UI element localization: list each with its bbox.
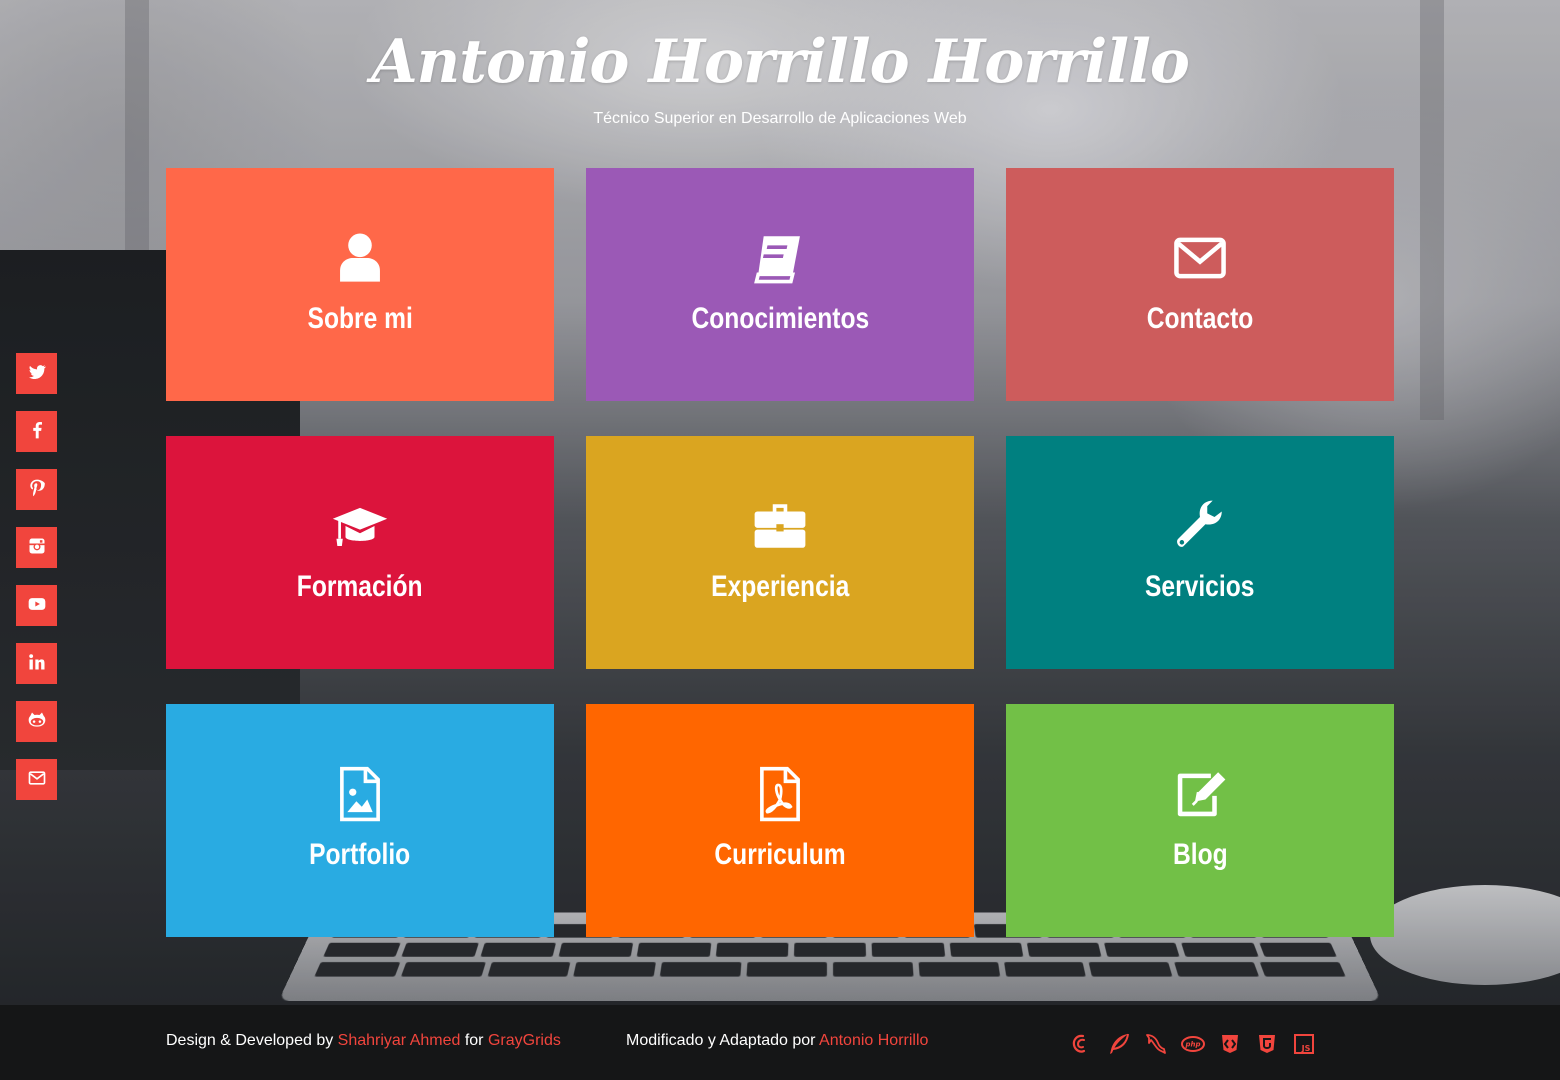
design-credit: Design & Developed by Shahriyar Ahmed fo… bbox=[166, 1032, 561, 1050]
tile-blog[interactable]: Blog bbox=[1006, 704, 1394, 937]
pinterest-button[interactable] bbox=[16, 469, 57, 510]
modified-prefix: Modificado y Adaptado por bbox=[626, 1032, 820, 1049]
github-icon bbox=[27, 710, 47, 734]
footer: Design & Developed by Shahriyar Ahmed fo… bbox=[0, 1005, 1560, 1080]
facebook-icon bbox=[27, 420, 47, 444]
tile-label: Contacto bbox=[1146, 302, 1254, 335]
briefcase-icon bbox=[748, 494, 812, 558]
php-icon: php bbox=[1181, 1030, 1205, 1058]
tile-sobre-mi[interactable]: Sobre mi bbox=[166, 168, 554, 401]
site-title: Antonio Horrillo Horrillo bbox=[371, 27, 1190, 97]
wrench-icon bbox=[1168, 494, 1232, 558]
edit-icon bbox=[1168, 762, 1232, 826]
tile-contacto[interactable]: Contacto bbox=[1006, 168, 1394, 401]
envelope-icon bbox=[1168, 226, 1232, 290]
instagram-button[interactable] bbox=[16, 527, 57, 568]
mail-icon bbox=[27, 768, 47, 792]
tile-label: Formación bbox=[297, 570, 423, 603]
youtube-icon bbox=[27, 594, 47, 618]
tile-servicios[interactable]: Servicios bbox=[1006, 436, 1394, 669]
svg-text:php: php bbox=[1184, 1041, 1200, 1049]
js-icon: JS bbox=[1292, 1030, 1316, 1058]
tile-portfolio[interactable]: Portfolio bbox=[166, 704, 554, 937]
tile-label: Portfolio bbox=[309, 838, 411, 871]
tile-curriculum[interactable]: Curriculum bbox=[586, 704, 974, 937]
github-button[interactable] bbox=[16, 701, 57, 742]
git-icon bbox=[1218, 1030, 1242, 1058]
tile-conocimientos[interactable]: Conocimientos bbox=[586, 168, 974, 401]
image-file-icon bbox=[328, 762, 392, 826]
graduation-cap-icon bbox=[328, 494, 392, 558]
tile-label: Conocimientos bbox=[691, 302, 869, 335]
twitter-icon bbox=[27, 362, 47, 386]
tile-label: Sobre mi bbox=[307, 302, 413, 335]
tile-label: Curriculum bbox=[714, 838, 846, 871]
modified-credit: Modificado y Adaptado por Antonio Horril… bbox=[626, 1032, 928, 1050]
modifier-link[interactable]: Antonio Horrillo bbox=[819, 1032, 928, 1049]
tile-label: Experiencia bbox=[710, 570, 850, 603]
site-subtitle: Técnico Superior en Desarrollo de Aplica… bbox=[593, 110, 967, 127]
credit-prefix: Design & Developed by bbox=[166, 1032, 338, 1049]
user-icon bbox=[328, 226, 392, 290]
credit-for: for bbox=[460, 1032, 488, 1049]
pinterest-icon bbox=[27, 478, 47, 502]
social-bar bbox=[16, 353, 57, 800]
site-header: Antonio Horrillo Horrillo Técnico Superi… bbox=[0, 20, 1560, 128]
feather-icon bbox=[1107, 1030, 1131, 1058]
linkedin-icon bbox=[27, 652, 47, 676]
youtube-button[interactable] bbox=[16, 585, 57, 626]
twitter-button[interactable] bbox=[16, 353, 57, 394]
tile-formacion[interactable]: Formación bbox=[166, 436, 554, 669]
tile-label: Blog bbox=[1172, 838, 1228, 871]
debian-icon bbox=[1070, 1030, 1094, 1058]
instagram-icon bbox=[27, 536, 47, 560]
svg-text:JS: JS bbox=[1301, 1044, 1311, 1053]
book-icon bbox=[748, 226, 812, 290]
tile-label: Servicios bbox=[1145, 570, 1255, 603]
mysql-dolphin-icon bbox=[1144, 1030, 1168, 1058]
mail-button[interactable] bbox=[16, 759, 57, 800]
facebook-button[interactable] bbox=[16, 411, 57, 452]
company-link[interactable]: GrayGrids bbox=[488, 1032, 561, 1049]
tile-experiencia[interactable]: Experiencia bbox=[586, 436, 974, 669]
menu-grid: Sobre mi Conocimientos Contacto Formació… bbox=[166, 168, 1394, 937]
linkedin-button[interactable] bbox=[16, 643, 57, 684]
tech-icons: php JS bbox=[1070, 1030, 1316, 1058]
author-link[interactable]: Shahriyar Ahmed bbox=[338, 1032, 461, 1049]
pdf-file-icon bbox=[748, 762, 812, 826]
html5-icon bbox=[1255, 1030, 1279, 1058]
